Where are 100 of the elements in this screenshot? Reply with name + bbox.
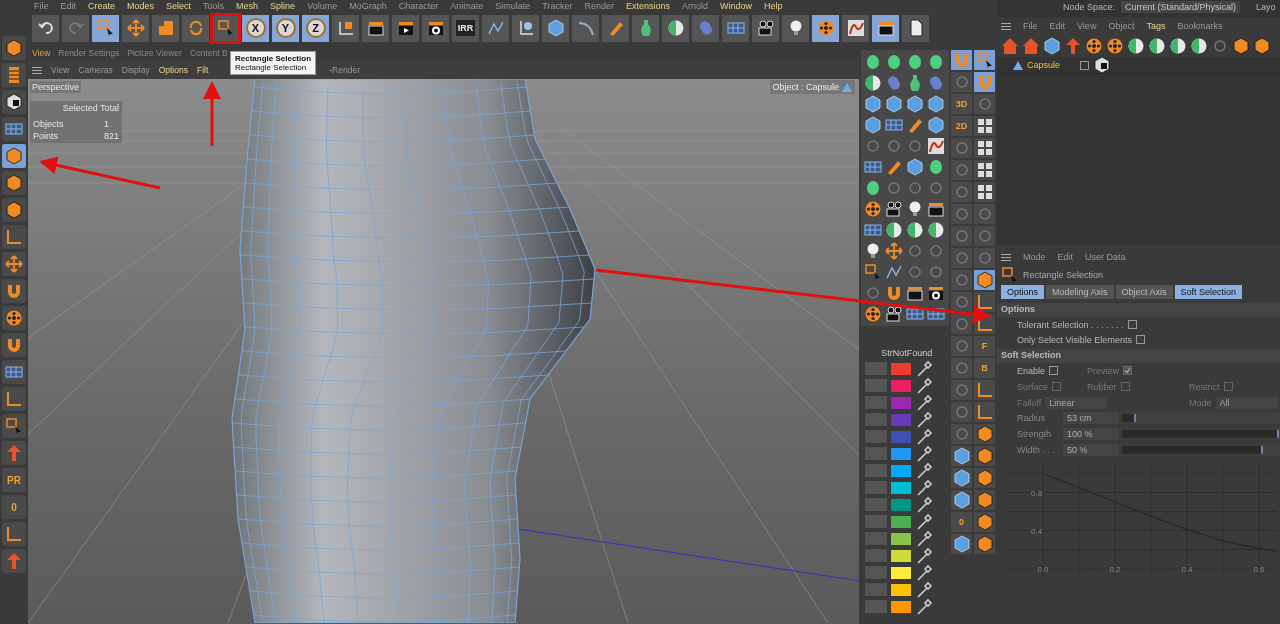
menu-item[interactable]: Spline [270,1,296,11]
toolbar-button[interactable] [752,14,779,42]
menu-item[interactable]: Edit [60,1,77,11]
viewport-tab[interactable]: Render Settings [58,47,120,58]
menu-item[interactable]: Render [584,1,614,11]
menu-item[interactable]: Character [398,1,439,11]
tool-button[interactable]: PR [2,468,26,492]
value-field[interactable]: 53 cm [1063,412,1119,424]
toolbar-button[interactable] [902,14,929,42]
falloff-dropdown[interactable]: Linear [1045,396,1108,409]
checkbox[interactable] [1127,320,1137,329]
menu-item[interactable]: Tracker [542,1,573,11]
menu-item[interactable]: Tools [203,1,225,11]
menu-icon[interactable] [1001,253,1011,261]
menu-item[interactable]: Tags [1146,21,1166,31]
object-name[interactable]: Capsule [1027,60,1061,70]
slider-track[interactable] [1121,412,1280,424]
checkbox[interactable] [1135,335,1145,344]
menu-item[interactable]: Mode [1023,252,1046,262]
toolbar-button[interactable] [782,14,809,42]
color-swatch[interactable] [891,464,912,477]
menu-item[interactable]: Create [88,1,116,11]
menu-item[interactable]: Bookmarks [1177,21,1223,31]
tool-button[interactable] [951,490,973,510]
menu-item[interactable]: Help [764,1,783,11]
menu-item[interactable]: Arnold [682,1,708,11]
viewport-tab[interactable]: Picture Viewer [127,47,182,58]
value-field[interactable]: 100 % [1063,428,1119,440]
tool-button[interactable] [2,90,26,114]
attribute-tab[interactable]: Object Axis [1115,285,1173,299]
menu-item[interactable]: Select [166,1,192,11]
tool-button[interactable] [951,468,973,488]
menu-item[interactable]: Options [158,65,188,75]
color-swatch[interactable] [891,413,912,426]
menu-icon[interactable] [32,66,42,74]
menu-item[interactable]: MoGraph [349,1,387,11]
tool-button[interactable] [974,138,996,158]
attribute-tab[interactable]: Modeling Axis [1046,285,1114,299]
tool-button[interactable]: 0 [2,495,26,519]
menu-item[interactable]: User Data [1085,252,1126,262]
tool-button[interactable]: F [974,336,996,356]
viewport-tab[interactable]: Content B [189,47,228,58]
toolbar-button[interactable] [512,14,539,42]
toolbar-button[interactable] [332,14,359,42]
menu-item[interactable]: Display [121,65,150,75]
menu-item[interactable]: Extensions [625,1,670,11]
menu-item[interactable]: View [1077,21,1097,31]
color-swatch[interactable] [891,447,912,460]
color-swatch[interactable] [891,379,912,392]
menu-item[interactable]: Animate [450,1,484,11]
attribute-tab[interactable]: Options [1001,285,1045,299]
tool-button[interactable] [974,182,996,202]
attribute-tab[interactable]: Soft Selection [1174,285,1243,299]
tool-button[interactable] [2,306,26,330]
menu-item[interactable]: Object [1108,21,1135,31]
menu-item[interactable]: Volume [307,1,338,11]
menu-item[interactable]: View [51,65,70,75]
value-field[interactable]: 50 % [1063,444,1119,456]
node-space-dropdown[interactable]: Current (Standard/Physical) [1121,1,1241,13]
tool-button[interactable]: 3D [951,94,973,114]
tool-button[interactable] [974,116,996,136]
color-swatch[interactable] [891,430,912,443]
color-swatch[interactable] [891,583,912,596]
menu-item[interactable]: Edit [1057,252,1074,262]
viewport-tab[interactable]: View [32,47,51,58]
slider-track[interactable] [1121,444,1280,456]
color-swatch[interactable] [891,532,912,545]
color-swatch[interactable] [891,396,912,409]
menu-item[interactable]: Mesh [236,1,259,11]
tool-button[interactable] [974,160,996,180]
toolbar-button[interactable] [32,14,59,42]
color-swatch[interactable] [891,515,912,528]
tool-button[interactable] [951,446,973,466]
checkbox[interactable] [1049,366,1059,375]
tool-button[interactable]: B [974,358,996,378]
menu-item[interactable]: -Render [329,65,360,75]
menu-item[interactable]: Filt [196,65,209,75]
menu-item[interactable]: File [34,1,49,11]
toolbar-button[interactable] [392,14,419,42]
mode-dropdown[interactable]: All [1215,396,1278,409]
color-swatch[interactable] [891,566,912,579]
toolbar-button[interactable] [842,14,869,42]
color-swatch[interactable] [891,362,912,375]
menu-icon[interactable] [1001,22,1011,30]
tool-button[interactable]: 0 [951,512,973,532]
menu-item[interactable]: Cameras [78,65,113,75]
visibility-toggle[interactable] [1080,60,1090,70]
color-swatch[interactable] [891,549,912,562]
menu-item[interactable]: File [1023,21,1038,31]
tool-button[interactable] [951,534,973,554]
menu-item[interactable]: Window [720,1,753,11]
color-swatch[interactable] [891,498,912,511]
color-swatch[interactable] [891,481,912,494]
toolbar-button[interactable] [542,14,569,42]
menu-item[interactable]: Simulate [495,1,531,11]
toolbar-button[interactable]: IRR [452,14,479,42]
tool-button[interactable]: 2D [951,116,973,136]
toolbar-button[interactable] [872,14,899,42]
color-swatch[interactable] [891,600,912,613]
menu-item[interactable]: Modes [127,1,155,11]
